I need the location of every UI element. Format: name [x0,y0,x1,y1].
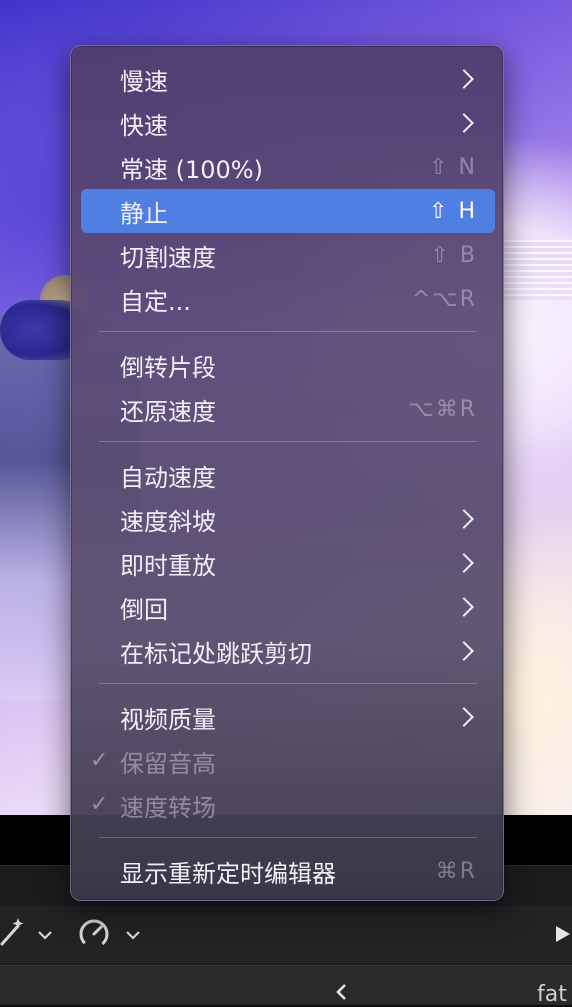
chevron-right-icon [454,113,474,133]
menu-item-label: 慢速 [120,67,168,96]
menu-item-video-quality[interactable]: 视频质量 [81,695,495,739]
menu-separator [99,683,477,684]
menu-item-label: 快速 [120,111,168,140]
menu-item-label: 自定... [120,287,191,316]
shortcut-label: ⌥⌘R [408,396,477,422]
shortcut-label: ⇧ N [429,154,477,180]
chevron-down-icon[interactable] [125,926,141,945]
shortcut-label: ⇧ B [430,242,477,268]
chevron-right-icon [454,597,474,617]
checkmark-icon: ✓ [90,748,109,773]
menu-separator [99,441,477,442]
menu-item-rewind[interactable]: 倒回 [81,585,495,629]
chevron-right-icon [454,553,474,573]
play-icon[interactable] [554,924,572,948]
speed-context-menu: 慢速 快速 常速 (100%) ⇧ N 静止 ⇧ H 切割速度 ⇧ B 自定..… [70,45,504,901]
menu-item-reset-speed[interactable]: 还原速度 ⌥⌘R [81,387,495,431]
chevron-down-icon[interactable] [37,926,53,945]
menu-item-automatic-speed[interactable]: 自动速度 [81,453,495,497]
menu-separator [99,837,477,838]
checkmark-icon: ✓ [90,792,109,817]
menu-item-slow[interactable]: 慢速 [81,57,495,101]
menu-separator [99,331,477,332]
menu-item-label: 倒转片段 [120,353,216,382]
timeline-header: fat [0,965,572,1007]
menu-item-label: 即时重放 [120,551,216,580]
shortcut-label: ⇧ H [429,198,477,224]
menu-item-hold[interactable]: 静止 ⇧ H [81,189,495,233]
menu-item-blade-speed[interactable]: 切割速度 ⇧ B [81,233,495,277]
chevron-right-icon [454,509,474,529]
menu-item-label: 速度转场 [120,793,216,822]
menu-item-label: 保留音高 [120,749,216,778]
menu-item-custom[interactable]: 自定... ^⌥R [81,277,495,321]
menu-item-label: 在标记处跳跃剪切 [120,639,312,668]
chevron-right-icon [454,707,474,727]
menu-item-speed-transitions[interactable]: ✓ 速度转场 [81,783,495,827]
menu-item-label: 静止 [120,199,168,228]
menu-item-label: 常速 (100%) [120,155,263,184]
menu-item-label: 还原速度 [120,397,216,426]
menu-item-label: 倒回 [120,595,168,624]
clip-name-label: fat [537,982,567,1007]
menu-item-label: 切割速度 [120,243,216,272]
menu-item-preserve-pitch[interactable]: ✓ 保留音高 [81,739,495,783]
menu-item-label: 视频质量 [120,705,216,734]
magic-wand-icon[interactable] [0,916,26,952]
menu-item-fast[interactable]: 快速 [81,101,495,145]
menu-item-reverse-clip[interactable]: 倒转片段 [81,343,495,387]
menu-item-label: 自动速度 [120,463,216,492]
retime-gauge-icon[interactable] [77,917,111,955]
menu-item-label: 显示重新定时编辑器 [120,859,336,888]
chevron-right-icon [454,69,474,89]
chevron-left-icon[interactable] [334,982,348,1006]
menu-item-label: 速度斜坡 [120,507,216,536]
menu-item-speed-ramp[interactable]: 速度斜坡 [81,497,495,541]
menu-item-jump-cut-at-markers[interactable]: 在标记处跳跃剪切 [81,629,495,673]
menu-item-instant-replay[interactable]: 即时重放 [81,541,495,585]
shortcut-label: ⌘R [435,858,477,884]
menu-item-normal-speed[interactable]: 常速 (100%) ⇧ N [81,145,495,189]
shortcut-label: ^⌥R [411,286,477,312]
chevron-right-icon [454,641,474,661]
menu-item-show-retime-editor[interactable]: 显示重新定时编辑器 ⌘R [81,849,495,893]
